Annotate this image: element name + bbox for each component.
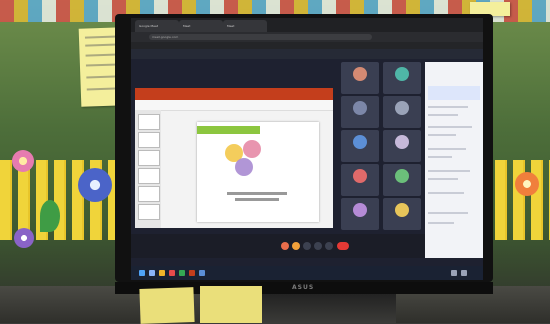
more-button[interactable] [325,242,333,250]
panel-line [428,126,472,128]
avatar [353,101,367,115]
participant-tile[interactable] [383,96,421,128]
monitor-logo: ASUS [292,284,315,291]
panel-line [428,148,466,150]
avatar [395,67,409,81]
panel-line [428,222,454,224]
blue-paper-flower [78,168,112,202]
right-flower [515,172,539,196]
slide-caption [235,198,279,201]
browser-tab-3[interactable]: Meet [223,20,267,32]
address-bar: meet.google.com [131,32,483,42]
purple-paper-flower [14,228,34,248]
search-icon[interactable] [149,270,155,276]
slide-thumb[interactable] [138,114,160,130]
url-field[interactable]: meet.google.com [149,34,372,40]
participant-tile[interactable] [341,62,379,94]
end-call-button[interactable] [337,242,349,250]
participant-tile[interactable] [383,198,421,230]
panel-info-box [428,86,480,100]
slide-thumb[interactable] [138,186,160,202]
slide-thumb[interactable] [138,168,160,184]
participant-tile[interactable] [341,130,379,162]
slide-thumb[interactable] [138,150,160,166]
taskbar-app-icon[interactable] [159,270,165,276]
slide-thumb[interactable] [138,204,160,220]
taskbar-app-icon[interactable] [199,270,205,276]
browser-tab-bar: Google Meet Meet Meet [131,18,483,32]
pink-paper-flower [12,150,34,172]
avatar [353,169,367,183]
participant-tile[interactable] [341,198,379,230]
present-button[interactable] [314,242,322,250]
panel-line [428,170,470,172]
ppt-ribbon [135,88,333,100]
slide-title [197,126,260,134]
participant-tile[interactable] [341,96,379,128]
browser-tab-2[interactable]: Meet [179,20,223,32]
participant-grid [341,62,423,230]
leaf-decoration [40,200,60,232]
avatar [395,169,409,183]
slide-thumb[interactable] [138,132,160,148]
sticky-note-desk-right [200,286,262,323]
avatar [353,203,367,217]
panel-line [428,156,452,158]
panel-line [428,192,464,194]
start-icon[interactable] [139,270,145,276]
slide-circle-pink [243,140,261,158]
side-panel [425,62,483,258]
panel-line [428,106,468,108]
ppt-toolbar [135,100,333,111]
panel-line [428,134,456,136]
mic-button[interactable] [281,242,289,250]
avatar [395,135,409,149]
taskbar [131,266,483,280]
system-tray-icon[interactable] [451,270,457,276]
avatar [353,67,367,81]
avatar [353,135,367,149]
participant-tile[interactable] [383,164,421,196]
taskbar-app-icon[interactable] [169,270,175,276]
meeting-controls [131,234,425,258]
slide-circle-purple [235,158,253,176]
slide-thumbnails [135,110,161,228]
meeting-header [131,49,483,59]
slide-caption [227,192,287,195]
panel-line [428,114,458,116]
bookmarks-bar [131,42,483,49]
participant-tile[interactable] [341,164,379,196]
participant-tile[interactable] [383,62,421,94]
sticky-note-desk-left [139,287,195,324]
screen: Google Meet Meet Meet meet.google.com [131,18,483,280]
camera-button[interactable] [292,242,300,250]
avatar [395,203,409,217]
taskbar-app-icon[interactable] [189,270,195,276]
system-tray-icon[interactable] [461,270,467,276]
panel-line [428,212,468,214]
chrome-icon[interactable] [179,270,185,276]
shared-powerpoint [135,88,333,228]
current-slide [197,122,319,222]
panel-line [428,178,458,180]
avatar [395,101,409,115]
browser-tab-1[interactable]: Google Meet [135,20,179,32]
participant-tile[interactable] [383,130,421,162]
caption-button[interactable] [303,242,311,250]
